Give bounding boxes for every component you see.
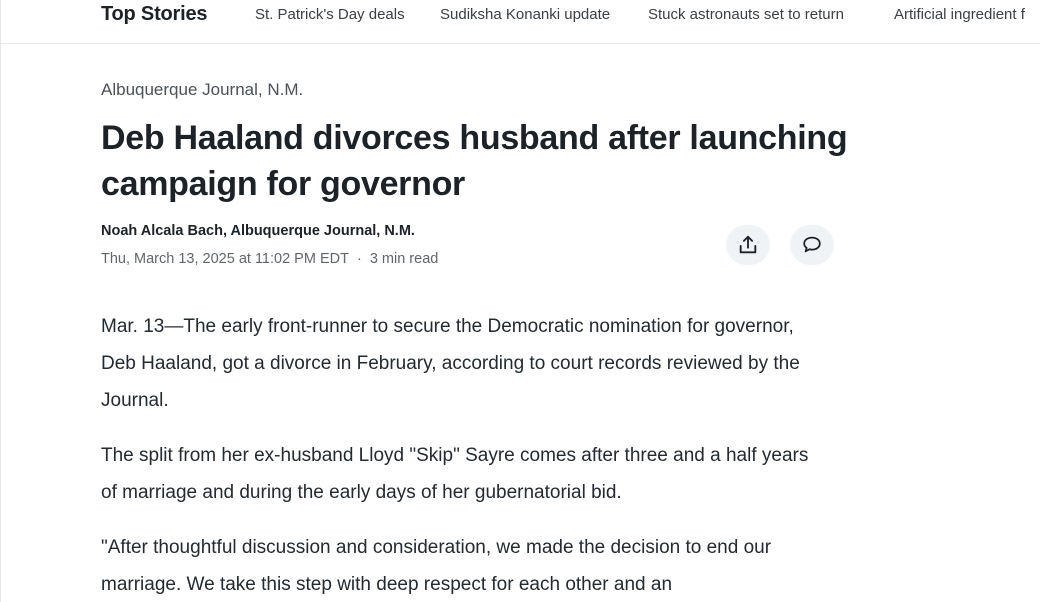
top-nav-bar: Top Stories St. Patrick's Day deals Sudi… — [1, 0, 1040, 44]
share-icon — [739, 235, 757, 254]
article-paragraph: The split from her ex-husband Lloyd "Ski… — [101, 445, 809, 503]
nav-link-artificial-ingredient[interactable]: Artificial ingredient f — [894, 6, 1025, 23]
article-page: Top Stories St. Patrick's Day deals Sudi… — [0, 0, 1040, 602]
section-title[interactable]: Top Stories — [101, 3, 208, 26]
article-meta: Thu, March 13, 2025 at 11:02 PM EDT · 3 mi… — [101, 251, 438, 267]
share-button[interactable] — [726, 225, 770, 265]
article-headline: Deb Haaland divorces husband after launc… — [101, 119, 848, 203]
article-byline: Noah Alcala Bach, Albuquerque Journal, N… — [101, 223, 415, 239]
article-source[interactable]: Albuquerque Journal, N.M. — [101, 80, 303, 100]
meta-separator: · — [356, 251, 362, 267]
comment-icon — [803, 236, 821, 253]
article-paragraph: "After thoughtful discussion and conside… — [101, 537, 772, 595]
article-date: Thu, March 13, 2025 at 11:02 PM EDT — [101, 251, 349, 267]
nav-link-st-patricks-day-deals[interactable]: St. Patrick's Day deals — [255, 6, 405, 23]
article-read-time: 3 min read — [369, 251, 439, 267]
nav-link-stuck-astronauts[interactable]: Stuck astronauts set to return — [648, 6, 844, 23]
nav-link-sudiksha-konanki-update[interactable]: Sudiksha Konanki update — [440, 6, 610, 23]
comment-button[interactable] — [790, 225, 834, 265]
article-paragraph: Mar. 13—The early front-runner to secure… — [101, 316, 800, 411]
